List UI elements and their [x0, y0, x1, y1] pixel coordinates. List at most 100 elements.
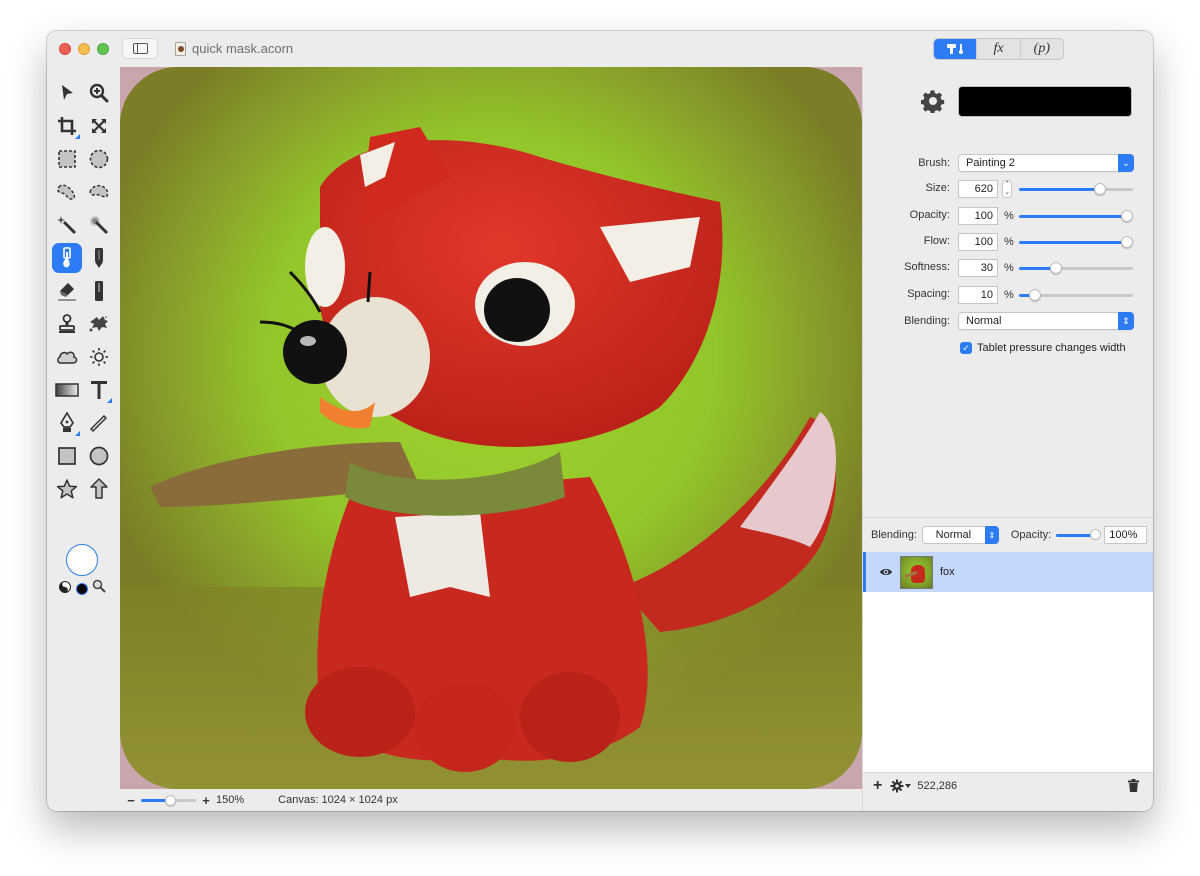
spacing-label: Spacing: [907, 288, 950, 300]
layer-opacity-slider[interactable] [1056, 529, 1102, 541]
yin-yang-icon[interactable] [59, 581, 71, 593]
tool-rect-select[interactable] [52, 144, 82, 174]
caret-down-icon [905, 783, 912, 788]
submenu-indicator [75, 431, 80, 436]
gradient-icon [55, 383, 79, 397]
opacity-label: Opacity: [909, 209, 950, 221]
oval-icon [89, 446, 109, 466]
rect-marquee-icon [58, 150, 76, 168]
splatter-icon [89, 316, 108, 332]
arrow-up-icon [90, 478, 108, 499]
document-name: quick mask.acorn [192, 41, 294, 56]
tool-bezier[interactable] [52, 408, 82, 438]
zoom-level: 150% [216, 794, 245, 806]
tool-ellipse-select[interactable] [84, 144, 114, 174]
tool-brush[interactable] [52, 243, 82, 273]
tool-transform[interactable] [84, 111, 114, 141]
canvas-area[interactable] [120, 67, 862, 789]
rectangle-icon [58, 447, 76, 465]
softness-field[interactable]: 30 [958, 259, 998, 277]
magic-wand-icon [57, 216, 77, 235]
softness-label: Softness: [904, 261, 950, 273]
tool-retouch[interactable] [84, 309, 114, 339]
canvas-image[interactable] [120, 67, 862, 789]
brush-inspector: Brush: Painting 2 ⌄ Size: 620 ⌃ ⌄ Opacity… [862, 67, 1153, 517]
tab-properties[interactable]: (p) [1019, 39, 1063, 59]
zoom-button[interactable] [97, 43, 109, 55]
tool-marker[interactable] [84, 276, 114, 306]
title-bar: quick mask.acorn fx (p) [47, 31, 1153, 67]
gear-icon[interactable] [921, 89, 945, 113]
layer-row[interactable]: fox [863, 552, 1153, 592]
tablet-pressure-checkbox[interactable]: ✓ [960, 342, 972, 354]
document-title: quick mask.acorn [175, 41, 293, 56]
sidebar-toggle-button[interactable] [122, 38, 158, 59]
flow-field[interactable]: 100 [958, 233, 998, 251]
stamp-icon [59, 314, 75, 333]
size-slider[interactable] [1019, 182, 1133, 196]
blending-select[interactable]: Normal ⇕ [958, 312, 1134, 330]
add-layer-button[interactable]: + [873, 777, 882, 795]
layer-blending-select[interactable]: Normal ⇕ [921, 526, 999, 544]
tool-gradient[interactable] [52, 375, 82, 405]
layers-header: Blending: Normal ⇕ Opacity: 100% [863, 518, 1153, 552]
cloud-icon [57, 351, 78, 364]
tool-oval[interactable] [84, 441, 114, 471]
sidebar-icon [132, 43, 148, 54]
layer-opacity-field[interactable]: 100% [1104, 526, 1148, 544]
layer-actions-menu[interactable] [890, 779, 912, 793]
tool-burn[interactable] [52, 342, 82, 372]
gear-icon [890, 779, 904, 792]
softness-unit: % [1004, 262, 1014, 274]
zoom-slider[interactable] [141, 794, 196, 806]
tab-filters[interactable]: fx [976, 39, 1019, 59]
tool-instant-alpha[interactable] [84, 210, 114, 240]
tool-crop[interactable] [52, 111, 82, 141]
tool-eraser[interactable] [52, 276, 82, 306]
zoom-in-button[interactable]: + [200, 793, 212, 808]
tool-lasso[interactable] [52, 177, 82, 207]
flow-unit: % [1004, 236, 1014, 248]
opacity-slider[interactable] [1019, 209, 1133, 223]
tablet-pressure-option[interactable]: ✓ Tablet pressure changes width [960, 342, 1126, 354]
close-button[interactable] [59, 43, 71, 55]
minimize-button[interactable] [78, 43, 90, 55]
brush-select[interactable]: Painting 2 ⌄ [958, 154, 1134, 172]
size-stepper[interactable]: ⌃ ⌄ [1002, 180, 1012, 198]
flow-slider[interactable] [1019, 235, 1133, 249]
eye-icon[interactable] [879, 567, 893, 577]
tool-magic-wand[interactable] [52, 210, 82, 240]
tool-dodge[interactable] [84, 342, 114, 372]
tab-tools[interactable] [934, 39, 977, 59]
layer-name: fox [940, 566, 955, 578]
arrow-pointer-icon [62, 85, 73, 100]
flow-label: Flow: [923, 235, 950, 247]
brush-icon [63, 247, 71, 268]
opacity-field[interactable]: 100 [958, 207, 998, 225]
tool-zoom[interactable] [84, 78, 114, 108]
tool-star[interactable] [52, 474, 82, 504]
softness-slider[interactable] [1019, 261, 1133, 275]
flow-row: Flow: 100 % [863, 232, 1153, 252]
tool-arrow[interactable] [84, 474, 114, 504]
stroke-color-well[interactable] [76, 583, 88, 595]
tool-pencil[interactable] [84, 243, 114, 273]
text-icon [91, 381, 107, 399]
crop-icon [58, 117, 76, 135]
tool-polygon-lasso[interactable] [84, 177, 114, 207]
magnifier-icon[interactable] [92, 579, 106, 593]
tool-line[interactable] [84, 408, 114, 438]
tool-clone[interactable] [52, 309, 82, 339]
tool-move[interactable] [52, 78, 82, 108]
trash-icon[interactable] [1128, 779, 1139, 792]
zoom-out-button[interactable]: − [125, 793, 137, 808]
tool-rectangle[interactable] [52, 441, 82, 471]
tool-text[interactable] [84, 375, 114, 405]
brush-color-well[interactable] [958, 86, 1132, 117]
spacing-slider[interactable] [1019, 288, 1133, 302]
line-icon [89, 414, 108, 433]
spacing-field[interactable]: 10 [958, 286, 998, 304]
fill-color-well[interactable] [66, 544, 98, 576]
size-field[interactable]: 620 [958, 180, 998, 198]
layers-footer: + 522,286 [863, 772, 1153, 798]
